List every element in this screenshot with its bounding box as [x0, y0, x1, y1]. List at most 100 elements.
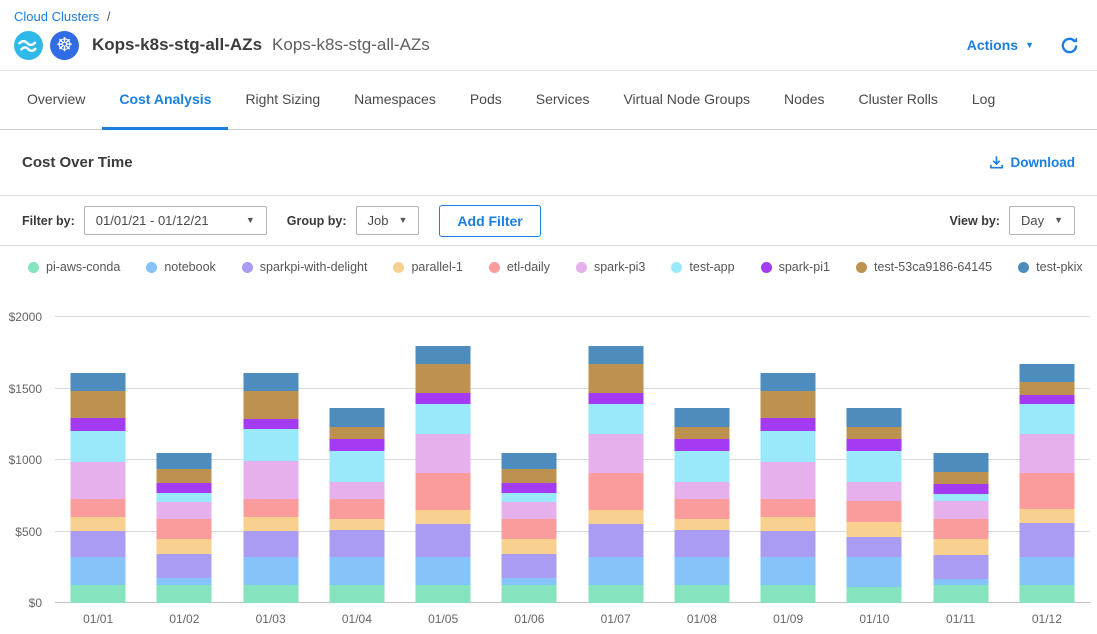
bar-segment-test-pkix[interactable] — [502, 453, 557, 469]
bar-segment-test-app[interactable] — [157, 493, 212, 502]
tab-services[interactable]: Services — [519, 71, 607, 130]
bar-segment-etl-daily[interactable] — [674, 499, 729, 519]
breadcrumb-link-cloud-clusters[interactable]: Cloud Clusters — [14, 9, 99, 24]
bar-segment-pi-aws-conda[interactable] — [416, 585, 471, 603]
bar-segment-test-app[interactable] — [761, 431, 816, 462]
bar-segment-spark-pi3[interactable] — [329, 482, 384, 498]
bar-segment-spark-pi3[interactable] — [71, 462, 126, 499]
tab-cluster-rolls[interactable]: Cluster Rolls — [842, 71, 955, 130]
bar-segment-pi-aws-conda[interactable] — [588, 585, 643, 603]
actions-button[interactable]: Actions ▼ — [967, 37, 1034, 53]
bar-segment-sparkpi-with-delight[interactable] — [933, 555, 988, 579]
tab-virtual-node-groups[interactable]: Virtual Node Groups — [606, 71, 767, 130]
bar-segment-spark-pi1[interactable] — [416, 393, 471, 404]
bar-segment-test-pkix[interactable] — [1019, 364, 1074, 382]
bar-segment-spark-pi1[interactable] — [329, 439, 384, 450]
bar-segment-notebook[interactable] — [416, 557, 471, 586]
bar-segment-test-pkix[interactable] — [71, 373, 126, 391]
bar-segment-spark-pi1[interactable] — [847, 439, 902, 451]
bar-segment-test-app[interactable] — [588, 404, 643, 435]
date-range-select[interactable]: 01/01/21 - 01/12/21 ▼ — [84, 206, 267, 235]
bar-segment-parallel-1[interactable] — [71, 517, 126, 531]
bar-segment-sparkpi-with-delight[interactable] — [157, 554, 212, 578]
bar-segment-test-app[interactable] — [933, 494, 988, 501]
legend-item-test-app[interactable]: test-app — [671, 260, 734, 274]
bar-segment-parallel-1[interactable] — [674, 519, 729, 530]
bar-segment-pi-aws-conda[interactable] — [329, 585, 384, 603]
bar-segment-notebook[interactable] — [761, 557, 816, 586]
bar-segment-sparkpi-with-delight[interactable] — [502, 554, 557, 578]
bar-segment-test-app[interactable] — [847, 451, 902, 482]
bar-segment-sparkpi-with-delight[interactable] — [1019, 523, 1074, 557]
bar-segment-test-53ca9186-64145[interactable] — [1019, 382, 1074, 395]
bar-segment-notebook[interactable] — [502, 578, 557, 585]
bar-segment-sparkpi-with-delight[interactable] — [588, 524, 643, 557]
bar-segment-pi-aws-conda[interactable] — [502, 585, 557, 603]
bar-segment-test-pkix[interactable] — [416, 346, 471, 364]
tab-log[interactable]: Log — [955, 71, 1012, 130]
bar-segment-pi-aws-conda[interactable] — [847, 587, 902, 603]
bar-segment-test-53ca9186-64145[interactable] — [933, 472, 988, 485]
bar-segment-spark-pi3[interactable] — [1019, 434, 1074, 473]
bar-segment-test-53ca9186-64145[interactable] — [157, 469, 212, 483]
legend-item-etl-daily[interactable]: etl-daily — [489, 260, 550, 274]
bar-segment-spark-pi3[interactable] — [502, 502, 557, 518]
bar-segment-sparkpi-with-delight[interactable] — [416, 524, 471, 557]
bar-segment-pi-aws-conda[interactable] — [933, 585, 988, 603]
bar-segment-etl-daily[interactable] — [71, 499, 126, 517]
bar-segment-etl-daily[interactable] — [847, 501, 902, 522]
bar-segment-parallel-1[interactable] — [416, 510, 471, 524]
legend-item-parallel-1[interactable]: parallel-1 — [393, 260, 462, 274]
bar-segment-test-app[interactable] — [71, 431, 126, 462]
bar-segment-test-53ca9186-64145[interactable] — [761, 391, 816, 418]
bar-segment-test-app[interactable] — [502, 493, 557, 502]
bar-segment-test-pkix[interactable] — [761, 373, 816, 391]
bar-segment-spark-pi1[interactable] — [933, 484, 988, 493]
bar-segment-parallel-1[interactable] — [243, 517, 298, 531]
bar-segment-etl-daily[interactable] — [416, 473, 471, 510]
group-by-select[interactable]: Job ▼ — [356, 206, 420, 235]
bar-segment-spark-pi3[interactable] — [243, 461, 298, 499]
bar-segment-sparkpi-with-delight[interactable] — [243, 531, 298, 557]
bar-segment-spark-pi3[interactable] — [157, 502, 212, 518]
bar-segment-etl-daily[interactable] — [1019, 473, 1074, 509]
bar-segment-spark-pi3[interactable] — [933, 501, 988, 520]
bar-segment-test-53ca9186-64145[interactable] — [847, 427, 902, 439]
legend-item-test-pkix[interactable]: test-pkix — [1018, 260, 1083, 274]
bar-segment-notebook[interactable] — [588, 557, 643, 586]
bar-segment-etl-daily[interactable] — [157, 519, 212, 539]
add-filter-button[interactable]: Add Filter — [439, 205, 540, 237]
bar-segment-etl-daily[interactable] — [933, 519, 988, 539]
bar-segment-spark-pi1[interactable] — [502, 483, 557, 493]
bar-segment-etl-daily[interactable] — [243, 499, 298, 517]
bar-segment-notebook[interactable] — [847, 557, 902, 587]
bar-segment-test-pkix[interactable] — [157, 453, 212, 469]
bar-segment-spark-pi1[interactable] — [71, 418, 126, 431]
tab-overview[interactable]: Overview — [10, 71, 102, 130]
bar-segment-test-pkix[interactable] — [933, 453, 988, 472]
bar-segment-etl-daily[interactable] — [588, 473, 643, 510]
bar-segment-sparkpi-with-delight[interactable] — [847, 537, 902, 557]
bar-segment-test-pkix[interactable] — [847, 408, 902, 427]
bar-segment-test-53ca9186-64145[interactable] — [243, 391, 298, 419]
legend-item-pi-aws-conda[interactable]: pi-aws-conda — [28, 260, 120, 274]
bar-segment-spark-pi1[interactable] — [761, 418, 816, 431]
bar-segment-sparkpi-with-delight[interactable] — [761, 531, 816, 557]
bar-segment-pi-aws-conda[interactable] — [1019, 585, 1074, 603]
bar-segment-parallel-1[interactable] — [847, 522, 902, 537]
bar-segment-pi-aws-conda[interactable] — [243, 585, 298, 603]
tab-namespaces[interactable]: Namespaces — [337, 71, 453, 130]
bar-segment-sparkpi-with-delight[interactable] — [71, 531, 126, 557]
bar-segment-spark-pi3[interactable] — [674, 482, 729, 498]
bar-segment-pi-aws-conda[interactable] — [761, 585, 816, 603]
refresh-icon[interactable] — [1060, 36, 1079, 55]
view-by-select[interactable]: Day ▼ — [1009, 206, 1075, 235]
bar-segment-pi-aws-conda[interactable] — [674, 585, 729, 603]
bar-segment-notebook[interactable] — [243, 557, 298, 586]
bar-segment-test-app[interactable] — [1019, 404, 1074, 434]
bar-segment-spark-pi1[interactable] — [588, 393, 643, 404]
bar-segment-parallel-1[interactable] — [329, 519, 384, 530]
bar-segment-pi-aws-conda[interactable] — [157, 585, 212, 603]
bar-segment-test-53ca9186-64145[interactable] — [588, 364, 643, 393]
bar-segment-etl-daily[interactable] — [761, 499, 816, 517]
